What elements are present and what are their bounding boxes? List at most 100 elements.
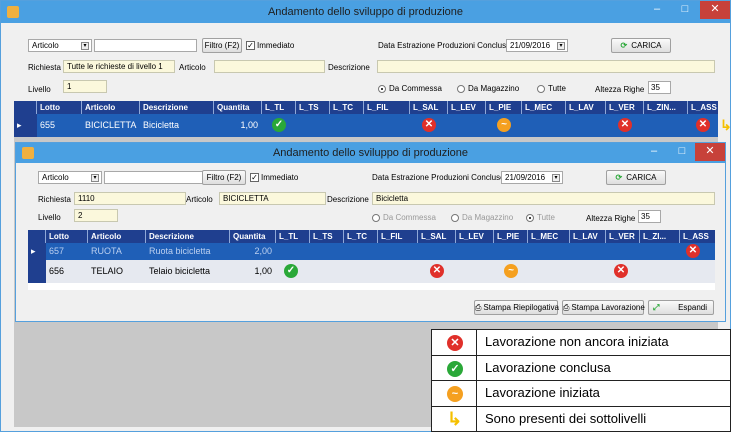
column-header[interactable]: L_LEV bbox=[456, 230, 494, 243]
column-header[interactable]: L_VER bbox=[606, 101, 644, 114]
inner-carica-button[interactable]: ⟳ CARICA bbox=[606, 170, 666, 185]
outer-titlebar: Andamento dello sviluppo di produzione –… bbox=[1, 1, 730, 23]
outer-richiesta-label: Richiesta bbox=[28, 63, 61, 72]
column-header[interactable]: L_MEC bbox=[528, 230, 570, 243]
column-header[interactable]: L_TS bbox=[310, 230, 344, 243]
column-header[interactable]: Articolo bbox=[88, 230, 146, 243]
inner-radio-magazzino-label: Da Magazzino bbox=[462, 213, 514, 222]
column-header[interactable]: L_SAL bbox=[418, 230, 456, 243]
cell-descrizione: Telaio bicicletta bbox=[149, 266, 211, 276]
outer-descrizione-field[interactable] bbox=[377, 60, 715, 73]
outer-altezza-righe-label: Altezza Righe bbox=[595, 85, 645, 94]
column-header[interactable]: L_ASS bbox=[680, 230, 715, 243]
inner-window: Andamento dello sviluppo di produzione –… bbox=[15, 142, 726, 322]
legend-icon-cell: ✕ bbox=[432, 330, 477, 355]
outer-articolo-field[interactable] bbox=[214, 60, 325, 73]
outer-filtro-button[interactable]: Filtro (F2) bbox=[202, 38, 242, 53]
checkbox-checked-icon: ✓ bbox=[250, 173, 259, 183]
inner-filter-input[interactable] bbox=[104, 171, 207, 184]
outer-carica-button[interactable]: ⟳ CARICA bbox=[611, 38, 671, 53]
inner-livello-field[interactable]: 2 bbox=[74, 209, 118, 222]
cell-lotto: 655 bbox=[40, 120, 56, 130]
refresh-icon: ⟳ bbox=[615, 173, 623, 182]
column-header[interactable]: L_TC bbox=[344, 230, 378, 243]
column-header[interactable]: L_SAL bbox=[410, 101, 448, 114]
column-header[interactable]: Quantita bbox=[230, 230, 276, 243]
outer-livello-field[interactable]: 1 bbox=[63, 80, 107, 93]
column-header[interactable]: L_FIL bbox=[378, 230, 418, 243]
column-header[interactable]: L_TL bbox=[262, 101, 296, 114]
column-header[interactable]: L_LAV bbox=[566, 101, 606, 114]
column-header[interactable]: Lotto bbox=[46, 230, 88, 243]
red-x-icon: ✕ bbox=[430, 264, 444, 278]
yellow-arrow-icon[interactable]: ↳ bbox=[720, 117, 731, 134]
column-header[interactable]: L_PIE bbox=[494, 230, 528, 243]
outer-radio-commessa[interactable]: Da Commessa bbox=[378, 84, 442, 93]
inner-richiesta-label: Richiesta bbox=[38, 195, 71, 204]
inner-data-estrazione-field[interactable]: 21/09/2016 ▾ bbox=[501, 171, 563, 184]
inner-richiesta-field[interactable]: 1110 bbox=[74, 192, 186, 205]
column-header[interactable]: Descrizione bbox=[146, 230, 230, 243]
minimize-button[interactable]: – bbox=[644, 1, 670, 19]
chevron-down-icon: ▾ bbox=[81, 42, 89, 50]
column-header[interactable]: L_ASS bbox=[688, 101, 718, 114]
column-header[interactable]: L_TC bbox=[330, 101, 364, 114]
red-x-icon: ✕ bbox=[422, 118, 436, 132]
column-header[interactable]: L_LAV bbox=[570, 230, 606, 243]
cell-lotto: 657 bbox=[49, 246, 65, 256]
inner-filtro-button[interactable]: Filtro (F2) bbox=[202, 170, 246, 185]
column-header[interactable]: L_VER bbox=[606, 230, 640, 243]
row-selector-icon: ▸ bbox=[28, 243, 46, 260]
legend-icon-cell: ✓ bbox=[432, 355, 477, 380]
column-header[interactable]: L_MEC bbox=[522, 101, 566, 114]
minimize-button[interactable]: – bbox=[641, 143, 667, 161]
chevron-down-icon: ▾ bbox=[552, 174, 560, 182]
outer-articolo-select[interactable]: Articolo ▾ bbox=[28, 39, 92, 52]
close-button[interactable]: ✕ bbox=[695, 143, 725, 161]
inner-articolo-field[interactable]: BICICLETTA bbox=[219, 192, 326, 205]
column-header[interactable]: L_PIE bbox=[486, 101, 522, 114]
chevron-down-icon: ▾ bbox=[557, 42, 565, 50]
outer-window-title: Andamento dello sviluppo di produzione bbox=[267, 6, 464, 18]
close-button[interactable]: ✕ bbox=[700, 1, 730, 19]
column-header[interactable]: Descrizione bbox=[140, 101, 214, 114]
outer-altezza-righe-stepper[interactable]: 35 bbox=[648, 81, 671, 94]
inner-livello-label: Livello bbox=[38, 213, 61, 222]
inner-immediato-label: Immediato bbox=[261, 173, 299, 182]
radio-unselected-icon bbox=[372, 213, 380, 222]
outer-radio-tutte[interactable]: Tutte bbox=[537, 84, 566, 93]
orange-wave-icon: ~ bbox=[504, 264, 518, 278]
inner-descrizione-field[interactable]: Bicicletta bbox=[372, 192, 715, 205]
column-header[interactable]: Lotto bbox=[37, 101, 82, 114]
column-header[interactable]: L_ZI... bbox=[640, 230, 680, 243]
column-header[interactable]: L_LEV bbox=[448, 101, 486, 114]
outer-data-estrazione-field[interactable]: 21/09/2016 ▾ bbox=[506, 39, 568, 52]
stampa-lavorazione-label: Stampa Lavorazione bbox=[571, 303, 645, 312]
yellow-arrow-icon: ↳ bbox=[447, 408, 463, 429]
inner-articolo-select[interactable]: Articolo ▾ bbox=[38, 171, 102, 184]
stampa-lavorazione-button[interactable]: ⎙ Stampa Lavorazione bbox=[562, 300, 645, 315]
cell-quantita: 1,00 bbox=[240, 120, 258, 130]
table-row[interactable]: 656 TELAIO Telaio bicicletta 1,00 ✓ ✕ ~ … bbox=[28, 260, 715, 283]
red-x-icon: ✕ bbox=[696, 118, 710, 132]
inner-altezza-righe-stepper[interactable]: 35 bbox=[638, 210, 661, 223]
column-header[interactable]: Articolo bbox=[82, 101, 140, 114]
column-header[interactable]: L_TL bbox=[276, 230, 310, 243]
outer-immediato-checkbox[interactable]: ✓ Immediato bbox=[246, 41, 294, 51]
table-row[interactable]: ▸ 657 RUOTA Ruota bicicletta 2,00 ✕ bbox=[28, 243, 715, 260]
maximize-button[interactable]: □ bbox=[669, 143, 695, 161]
column-header[interactable]: L_ZIN... bbox=[644, 101, 688, 114]
radio-unselected-icon bbox=[457, 84, 465, 93]
inner-immediato-checkbox[interactable]: ✓ Immediato bbox=[250, 173, 299, 183]
outer-richiesta-field[interactable]: Tutte le richieste di livello 1 bbox=[63, 60, 175, 73]
column-header[interactable]: Quantita bbox=[214, 101, 262, 114]
outer-radio-magazzino-label: Da Magazzino bbox=[468, 84, 520, 93]
stampa-riepilogativa-button[interactable]: ⎙ Stampa Riepilogativa bbox=[474, 300, 559, 315]
espandi-button[interactable]: ⤢ Espandi bbox=[648, 300, 714, 315]
column-header[interactable]: L_TS bbox=[296, 101, 330, 114]
table-row[interactable]: ▸ 655 BICICLETTA Bicicletta 1,00 ✓ ✕ ~ ✕… bbox=[14, 114, 731, 137]
outer-filter-input[interactable] bbox=[94, 39, 197, 52]
column-header[interactable]: L_FIL bbox=[364, 101, 410, 114]
maximize-button[interactable]: □ bbox=[672, 1, 698, 19]
outer-radio-magazzino[interactable]: Da Magazzino bbox=[457, 84, 519, 93]
